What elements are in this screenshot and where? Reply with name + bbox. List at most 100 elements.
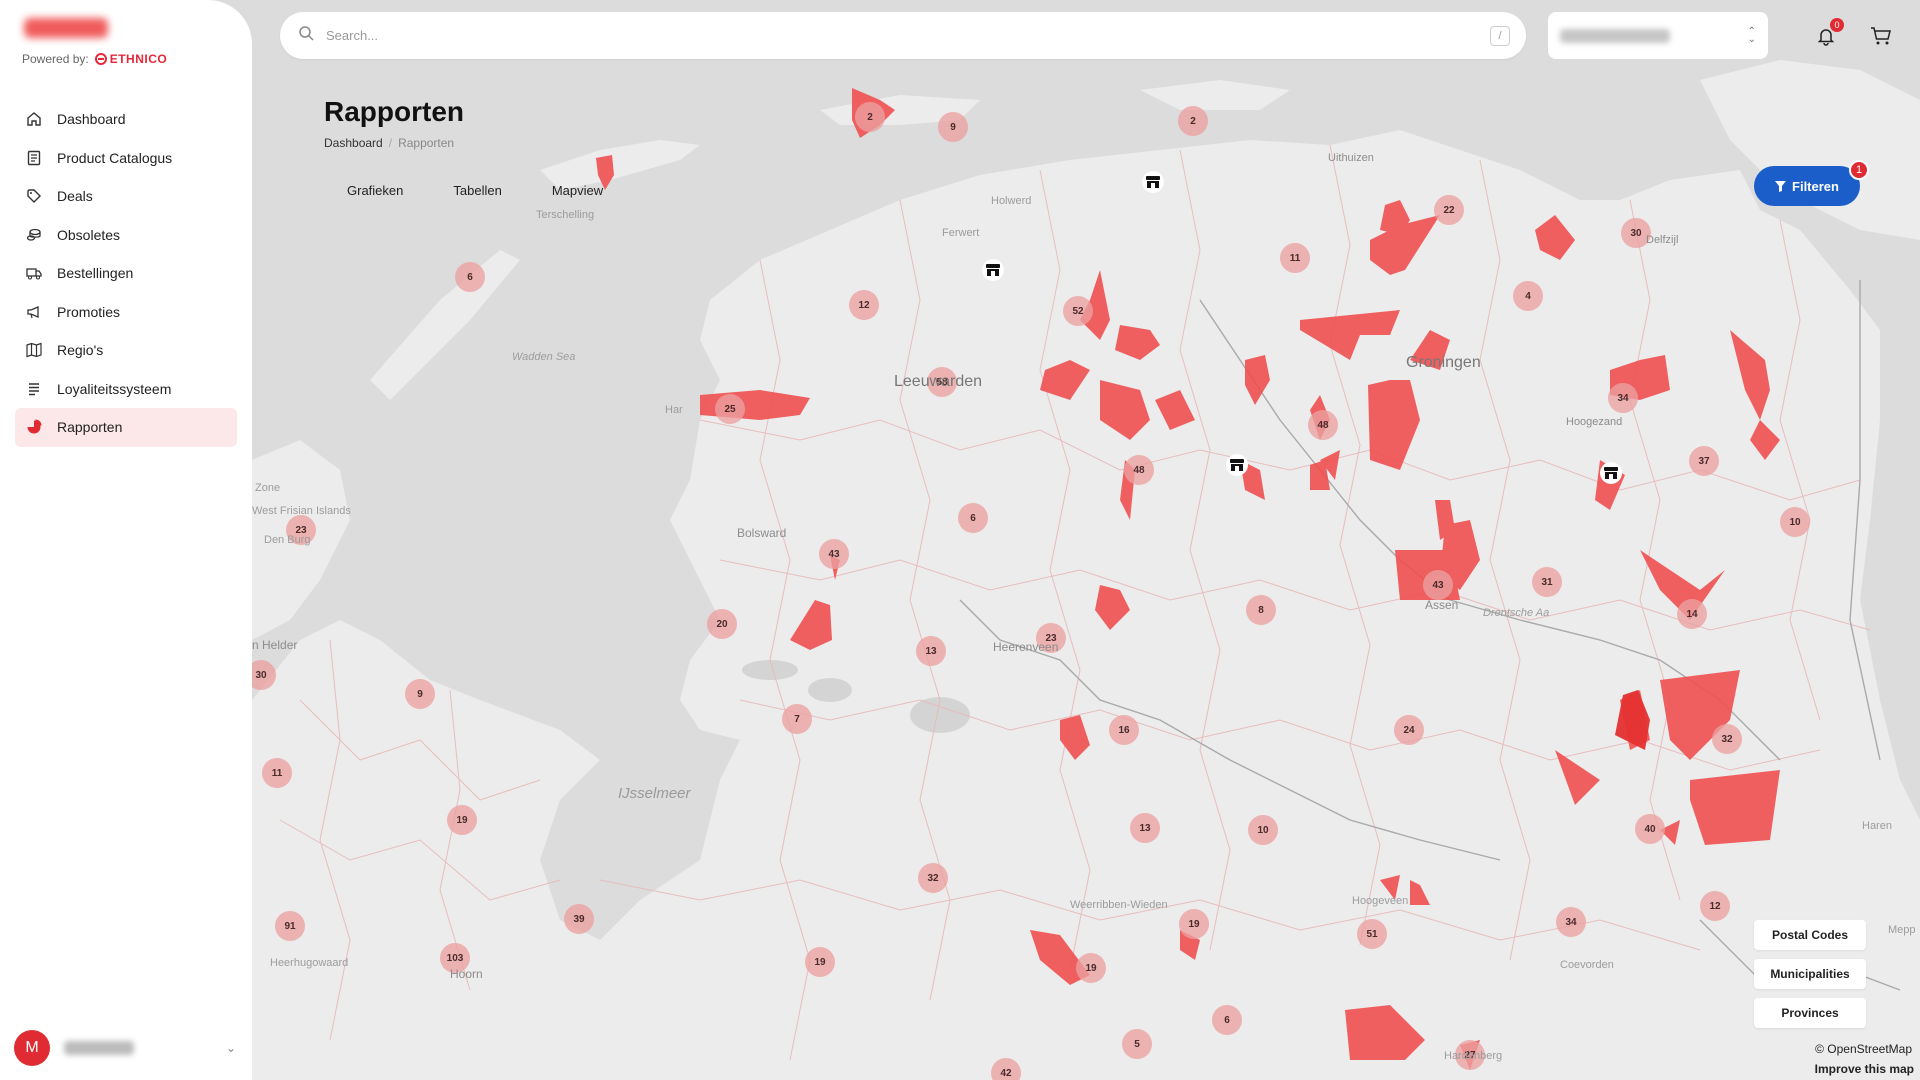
sidebar-item-product-catalogus[interactable]: Product Catalogus: [15, 139, 237, 178]
tab-tabellen[interactable]: Tabellen: [430, 176, 524, 204]
tab-grafieken[interactable]: Grafieken: [324, 176, 426, 204]
map-cluster[interactable]: 19: [805, 947, 835, 977]
cart-button[interactable]: [1867, 22, 1895, 50]
tag-icon: [25, 187, 43, 205]
sidebar-item-label: Loyaliteitssysteem: [57, 380, 172, 397]
brand-logo[interactable]: [24, 18, 108, 38]
map-cluster[interactable]: 4: [1513, 281, 1543, 311]
map-cluster[interactable]: 10: [1780, 507, 1810, 537]
map-cluster[interactable]: 9: [405, 679, 435, 709]
layer-municipalities-button[interactable]: Municipalities: [1754, 959, 1866, 989]
map-cluster[interactable]: 13: [916, 636, 946, 666]
map-cluster[interactable]: 16: [1109, 715, 1139, 745]
map-cluster[interactable]: 43: [1423, 570, 1453, 600]
map-label: Den Burg: [264, 534, 311, 546]
sidebar-item-obsoletes[interactable]: Obsoletes: [15, 216, 237, 255]
map-cluster[interactable]: 91: [275, 911, 305, 941]
map-cluster[interactable]: 52: [1063, 296, 1093, 326]
sidebar-item-deals[interactable]: Deals: [15, 177, 237, 216]
sidebar: Powered by: ETHNICO Dashboard Product Ca…: [0, 0, 252, 1080]
map-attribution[interactable]: © OpenStreetMap: [1815, 1042, 1912, 1056]
sidebar-item-label: Promoties: [57, 303, 121, 320]
map-cluster[interactable]: 19: [1076, 953, 1106, 983]
map-label: Groningen: [1406, 354, 1481, 371]
map-label: n Helder: [252, 638, 298, 652]
page-title: Rapporten: [324, 96, 464, 127]
map-cluster[interactable]: 10: [1248, 815, 1278, 845]
map-cluster[interactable]: 6: [958, 503, 988, 533]
map-cluster[interactable]: 20: [707, 609, 737, 639]
sidebar-item-rapporten[interactable]: Rapporten: [15, 408, 237, 447]
breadcrumb-link-dashboard[interactable]: Dashboard: [324, 136, 383, 150]
search-input[interactable]: [326, 28, 1426, 43]
map-cluster[interactable]: 39: [564, 904, 594, 934]
sidebar-item-loyaliteitssysteem[interactable]: Loyaliteitssysteem: [15, 370, 237, 409]
store-marker[interactable]: [982, 259, 1004, 281]
map-cluster[interactable]: 48: [1308, 410, 1338, 440]
store-marker[interactable]: [1142, 171, 1164, 193]
map-cluster[interactable]: 32: [1712, 724, 1742, 754]
ethnico-logo-icon: [94, 53, 107, 65]
ethnico-brand-name: ETHNICO: [109, 52, 168, 66]
map-cluster[interactable]: 25: [715, 394, 745, 424]
map-cluster[interactable]: 7: [782, 704, 812, 734]
map-label: Holwerd: [991, 195, 1032, 207]
map-cluster[interactable]: 2: [1178, 106, 1208, 136]
map-cluster[interactable]: 5: [1122, 1029, 1152, 1059]
list-icon: [25, 380, 43, 398]
map-cluster[interactable]: 19: [1179, 909, 1209, 939]
map-cluster[interactable]: 37: [1689, 446, 1719, 476]
store-marker[interactable]: [1226, 454, 1248, 476]
map-cluster[interactable]: 34: [1556, 907, 1586, 937]
map-cluster[interactable]: 2: [855, 102, 885, 132]
map-cluster[interactable]: 32: [918, 863, 948, 893]
map-cluster[interactable]: 34: [1608, 383, 1638, 413]
store-icon: [1230, 459, 1244, 471]
map-cluster[interactable]: 31: [1532, 567, 1562, 597]
map-cluster[interactable]: 14: [1677, 599, 1707, 629]
sidebar-item-label: Deals: [57, 188, 93, 205]
map-cluster[interactable]: 51: [1357, 919, 1387, 949]
map-cluster[interactable]: 11: [262, 758, 292, 788]
map-cluster[interactable]: 11: [1280, 243, 1310, 273]
store-icon: [986, 264, 1000, 276]
map-cluster[interactable]: 43: [819, 539, 849, 569]
notifications-button[interactable]: 0: [1812, 18, 1844, 50]
layer-postal-codes-button[interactable]: Postal Codes: [1754, 920, 1866, 950]
sidebar-item-regios[interactable]: Regio's: [15, 331, 237, 370]
map-cluster[interactable]: 22: [1434, 195, 1464, 225]
account-select[interactable]: ⌃ ⌄: [1548, 12, 1768, 59]
map-cluster[interactable]: 8: [1246, 595, 1276, 625]
map-cluster[interactable]: 12: [1700, 891, 1730, 921]
sidebar-item-label: Obsoletes: [57, 226, 121, 243]
sidebar-item-bestellingen[interactable]: Bestellingen: [15, 254, 237, 293]
map-label: Coevorden: [1560, 959, 1614, 971]
map-cluster[interactable]: 19: [447, 805, 477, 835]
map-cluster[interactable]: 48: [1124, 455, 1154, 485]
map-view[interactable]: 2 9 2 22 30 11 4 12 52 6 58 25 48 48 6 4…: [0, 0, 1920, 1080]
sidebar-item-promoties[interactable]: Promoties: [15, 293, 237, 332]
layer-provinces-button[interactable]: Provinces: [1754, 998, 1866, 1028]
map-cluster[interactable]: 9: [938, 112, 968, 142]
store-marker[interactable]: [1600, 462, 1622, 484]
map-cluster[interactable]: 40: [1635, 814, 1665, 844]
map-label: West Frisian Islands: [252, 505, 351, 517]
tab-mapview[interactable]: Mapview: [529, 176, 626, 204]
map-label: Terschelling: [536, 209, 595, 221]
search-bar[interactable]: /: [280, 12, 1526, 59]
map-cluster[interactable]: 24: [1394, 715, 1424, 745]
user-menu[interactable]: M ⌄: [14, 1029, 236, 1067]
map-cluster[interactable]: 6: [1212, 1005, 1242, 1035]
avatar[interactable]: M: [14, 1030, 50, 1066]
map-cluster[interactable]: 6: [455, 262, 485, 292]
sidebar-item-dashboard[interactable]: Dashboard: [15, 100, 237, 139]
map-cluster[interactable]: 12: [849, 290, 879, 320]
filter-button[interactable]: Filteren: [1754, 166, 1860, 206]
improve-map-link[interactable]: Improve this map: [1815, 1062, 1914, 1076]
megaphone-icon: [25, 303, 43, 321]
map-label: Ferwert: [942, 227, 980, 239]
chevron-down-icon[interactable]: ⌄: [226, 1041, 236, 1055]
map-cluster[interactable]: 13: [1130, 813, 1160, 843]
map-cluster[interactable]: 42: [991, 1058, 1021, 1080]
coins-icon: [25, 226, 43, 244]
